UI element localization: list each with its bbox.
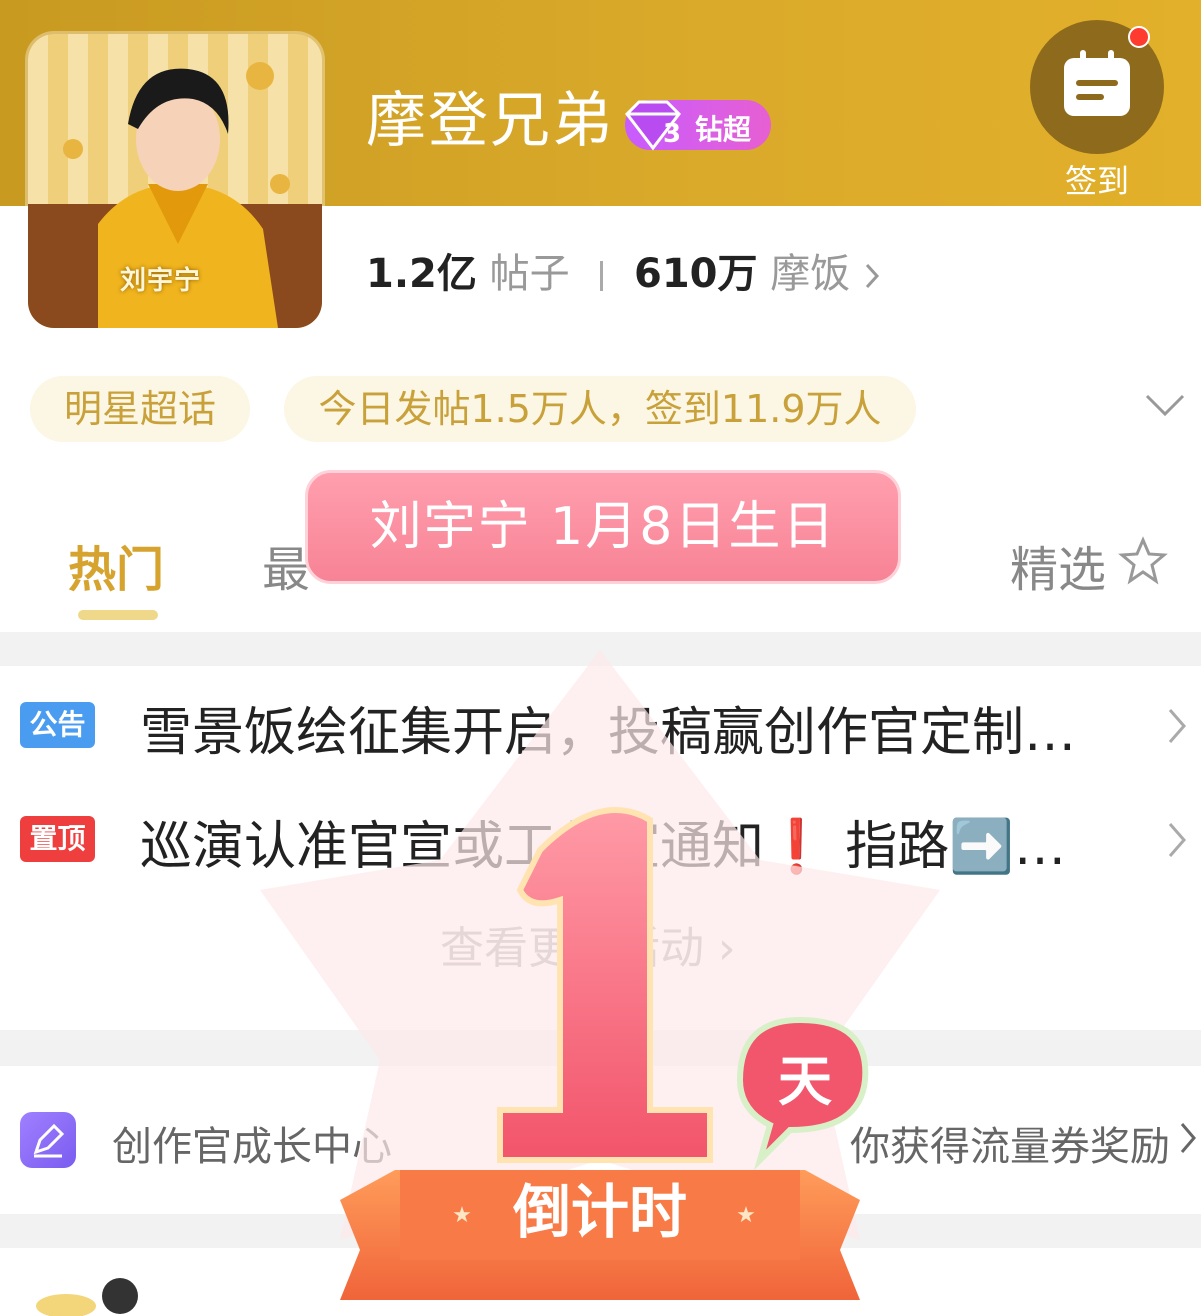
tab-latest[interactable]: 最	[262, 530, 310, 600]
stats-bar[interactable]: 1.2亿 帖子 610万 摩饭	[366, 248, 881, 300]
pen-icon	[20, 1112, 76, 1168]
avatar-caption: 刘宇宁	[120, 266, 202, 296]
creator-reward: 你获得流量券奖励	[850, 1124, 1170, 1170]
signin-button[interactable]	[1030, 20, 1164, 154]
active-tab-indicator	[78, 610, 158, 620]
category-tag[interactable]: 明星超话	[30, 376, 250, 442]
birthday-banner[interactable]: 刘宇宁 1月8日生日	[305, 470, 901, 584]
star-avatar[interactable]: 刘宇宁	[28, 34, 322, 328]
post-avatar[interactable]	[30, 1276, 140, 1316]
page-title: 摩登兄弟	[366, 86, 614, 156]
diamond-icon: 3	[625, 100, 681, 151]
posts-count: 1.2亿	[366, 251, 477, 297]
fans-label: 摩饭	[770, 251, 851, 297]
level-badge[interactable]: 3 钻超	[625, 100, 771, 151]
announcement-badge: 公告	[20, 702, 95, 748]
chevron-right-icon	[865, 263, 879, 289]
svg-text:3: 3	[663, 119, 681, 149]
chevron-right-icon	[1168, 823, 1186, 857]
tab-hot[interactable]: 热门	[68, 530, 164, 600]
fans-count: 610万	[634, 251, 758, 297]
section-divider	[0, 1214, 1201, 1248]
chevron-right-icon	[1168, 709, 1186, 743]
stats-divider	[600, 261, 604, 291]
notification-dot	[1128, 26, 1150, 48]
chevron-right-icon	[1180, 1123, 1196, 1153]
creator-center-row[interactable]: 创作官成长中心 你获得流量券奖励	[0, 1066, 1201, 1214]
level-badge-label: 钻超	[695, 113, 752, 146]
notice-text: 雪景饭绘征集开启，投稿赢创作官定制…	[140, 703, 1077, 763]
star-icon	[1118, 536, 1168, 585]
more-activities-link[interactable]: 查看更多活动 ›	[440, 912, 736, 976]
creator-label: 创作官成长中心	[112, 1124, 392, 1170]
tab-featured[interactable]: 精选	[1010, 530, 1106, 600]
notice-row-announcement[interactable]: 公告 雪景饭绘征集开启，投稿赢创作官定制…	[0, 676, 1201, 776]
section-divider	[0, 632, 1201, 666]
notice-row-pinned[interactable]: 置顶 巡演认准官宣或工作室通知❗ 指路➡️…	[0, 790, 1201, 890]
activity-tag[interactable]: 今日发帖1.5万人，签到11.9万人	[284, 376, 916, 442]
posts-label: 帖子	[489, 251, 570, 297]
chevron-down-icon[interactable]	[1144, 392, 1186, 418]
pinned-badge: 置顶	[20, 816, 95, 862]
signin-label[interactable]: 签到	[1030, 156, 1164, 202]
section-divider	[0, 1030, 1201, 1066]
notice-text: 巡演认准官宣或工作室通知❗ 指路➡️…	[140, 817, 1067, 877]
